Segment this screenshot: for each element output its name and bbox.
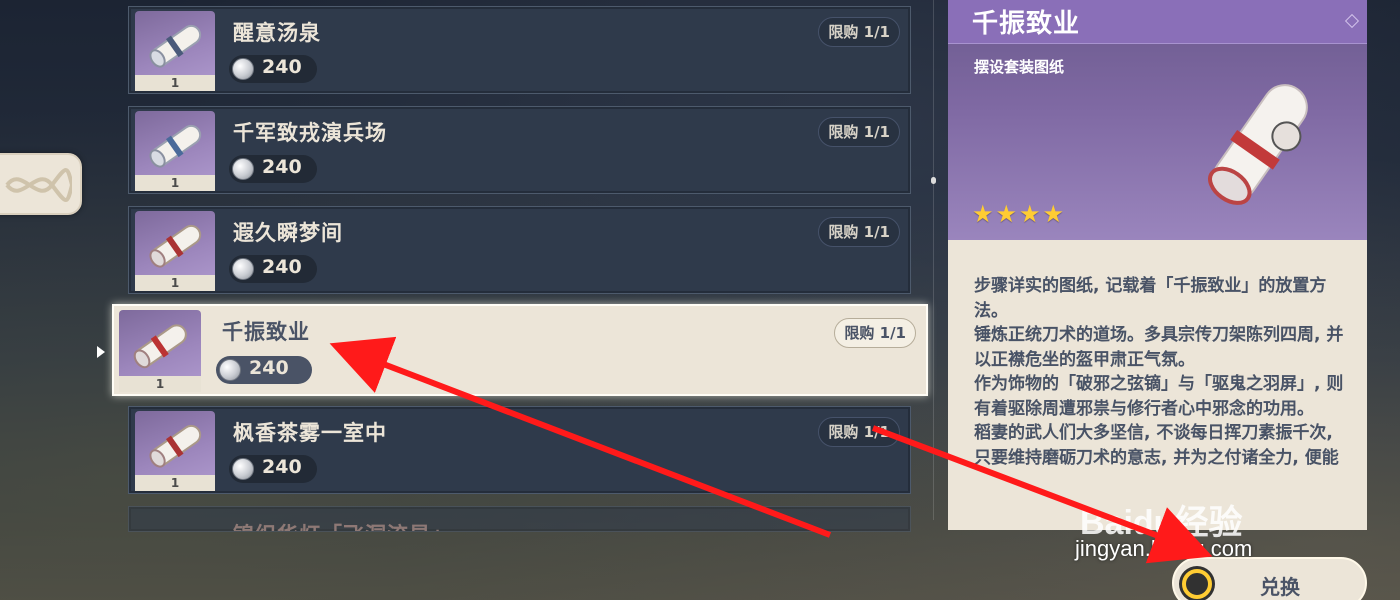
realm-currency-icon [232, 458, 254, 480]
item-price: 240 [229, 55, 317, 83]
item-price: 240 [216, 356, 312, 384]
exchange-button[interactable]: 兑换 [1172, 557, 1367, 600]
item-name: 遐久瞬梦间 [233, 221, 343, 245]
item-count: 1 [135, 275, 215, 291]
item-name: 千振致业 [222, 320, 310, 344]
item-thumbnail: 1 [135, 111, 215, 191]
selection-arrow-icon [97, 346, 105, 358]
blueprint-scroll-icon [149, 124, 202, 168]
purchase-limit-badge: 限购 1/1 [818, 417, 900, 447]
purchase-limit-badge: 限购 1/1 [834, 318, 916, 348]
shop-item[interactable]: 1 遐久瞬梦间 240 限购 1/1 [128, 206, 911, 294]
purchase-limit-badge: 限购 1/1 [818, 117, 900, 147]
description-paragraph: 稻妻的武人们大多坚信, 不谈每日挥刀素振千次, 只要维持磨砺刀术的意志, 并为之… [974, 423, 1339, 468]
price-value: 240 [262, 156, 302, 178]
description-paragraph: 步骤详实的图纸, 记载着「千振致业」的放置方法。 [974, 276, 1327, 321]
item-name: 醒意汤泉 [233, 21, 321, 45]
item-name: 锦织华灯「飞洞流星」 [233, 519, 453, 531]
detail-header: 千振致业 摆设套装图纸 ★★★★ [948, 0, 1367, 240]
item-description: 步骤详实的图纸, 记载着「千振致业」的放置方法。 锤炼正统刀术的道场。多具宗传刀… [974, 274, 1344, 470]
detail-titlebar: 千振致业 [948, 0, 1367, 44]
shop-item-partial[interactable]: 锦织华灯「飞洞流星」 [128, 506, 911, 532]
confirm-circle-icon [1182, 569, 1212, 599]
watermark-url: jingyan.baidu.com [1075, 536, 1253, 561]
item-thumbnail: 1 [135, 11, 215, 91]
purchase-limit-badge: 限购 1/1 [818, 17, 900, 47]
blueprint-scroll-icon [133, 324, 187, 369]
purchase-limit-badge: 限购 1/1 [818, 217, 900, 247]
shop-item[interactable]: 1 千军致戎演兵场 240 限购 1/1 [128, 106, 911, 194]
shop-item-selected[interactable]: 1 千振致业 240 限购 1/1 [112, 304, 928, 396]
price-value: 240 [262, 56, 302, 78]
blueprint-scroll-icon [1208, 84, 1308, 205]
detail-title: 千振致业 [972, 9, 1081, 39]
exchange-label: 兑换 [1260, 575, 1300, 599]
realm-currency-icon [232, 158, 254, 180]
shop-item-list: 1 醒意汤泉 240 限购 1/1 1 千军致戎演兵场 240 限购 1/1 1… [0, 0, 940, 600]
item-price: 240 [229, 455, 317, 483]
blueprint-scroll-icon [149, 424, 202, 468]
item-price: 240 [229, 155, 317, 183]
diamond-ornament-icon [1344, 13, 1360, 29]
realm-currency-icon [232, 258, 254, 280]
description-paragraph: 锤炼正统刀术的道场。多具宗传刀架陈列四周, 并以正襟危坐的盔甲肃正气氛。 [974, 325, 1344, 370]
price-value: 240 [262, 256, 302, 278]
description-paragraph: 作为饰物的「破邪之弦镝」与「驱鬼之羽屏」, 则有着驱除周遭邪祟与修行者心中邪念的… [974, 374, 1344, 419]
price-value: 240 [249, 357, 289, 379]
item-thumbnail: 1 [119, 310, 201, 392]
blueprint-scroll-icon [149, 224, 202, 268]
item-detail-panel: 千振致业 摆设套装图纸 ★★★★ 步骤详实的图纸, 记载着「千振致业」的放置方法… [948, 0, 1367, 530]
item-count: 1 [135, 175, 215, 191]
realm-currency-icon [219, 359, 241, 381]
item-count: 1 [135, 75, 215, 91]
item-type: 摆设套装图纸 [974, 58, 1065, 76]
item-price: 240 [229, 255, 317, 283]
item-thumbnail: 1 [135, 411, 215, 491]
price-value: 240 [262, 456, 302, 478]
realm-currency-icon [232, 58, 254, 80]
rarity-stars: ★★★★ [972, 200, 1067, 228]
blueprint-scroll-icon [149, 24, 202, 68]
item-thumbnail: 1 [135, 211, 215, 291]
item-name: 千军致戎演兵场 [233, 121, 387, 145]
shop-item[interactable]: 1 醒意汤泉 240 限购 1/1 [128, 6, 911, 94]
item-count: 1 [135, 475, 215, 491]
shop-item[interactable]: 1 枫香茶雾一室中 240 限购 1/1 [128, 406, 911, 494]
item-count: 1 [119, 376, 201, 392]
item-name: 枫香茶雾一室中 [233, 421, 387, 445]
